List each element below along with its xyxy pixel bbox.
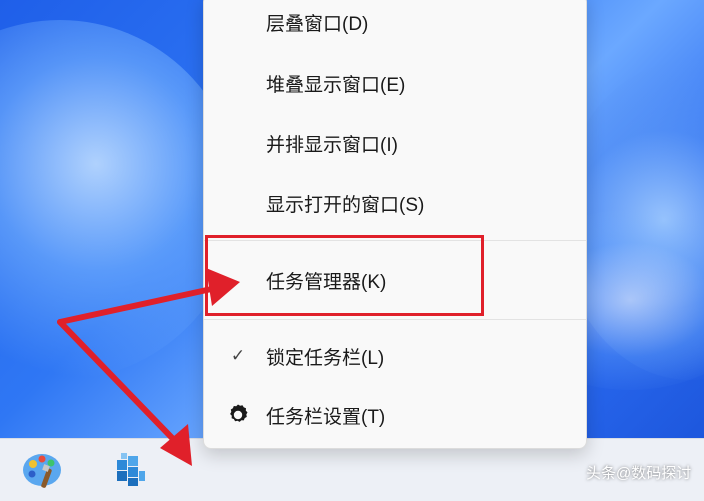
menu-separator (204, 319, 586, 320)
menu-item-taskbar-settings[interactable]: 任务栏设置(T) (204, 395, 586, 435)
menu-item-label: 层叠窗口(D) (266, 13, 369, 35)
menu-item-lock-taskbar[interactable]: ✓ 锁定任务栏(L) (204, 336, 586, 376)
cube-app-icon[interactable] (107, 448, 151, 492)
checkmark-icon: ✓ (230, 346, 246, 365)
menu-item-show-open-windows[interactable]: 显示打开的窗口(S) (204, 183, 586, 223)
menu-item-label: 堆叠显示窗口(E) (266, 74, 406, 96)
gear-icon (226, 403, 250, 427)
menu-item-cascade-windows[interactable]: 层叠窗口(D) (204, 2, 586, 42)
highlight-box (205, 235, 484, 316)
menu-item-stack-windows[interactable]: 堆叠显示窗口(E) (204, 63, 586, 103)
menu-item-label: 锁定任务栏(L) (266, 347, 385, 369)
menu-item-label: 显示打开的窗口(S) (266, 194, 425, 216)
taskbar-context-menu: 层叠窗口(D) 堆叠显示窗口(E) 并排显示窗口(I) 显示打开的窗口(S) 任… (203, 0, 587, 449)
menu-item-label: 任务栏设置(T) (266, 406, 386, 428)
menu-item-side-by-side-windows[interactable]: 并排显示窗口(I) (204, 123, 586, 163)
watermark: 头条@数码探讨 (586, 465, 692, 482)
paint-palette-icon[interactable] (20, 448, 64, 492)
menu-item-label: 并排显示窗口(I) (266, 134, 398, 156)
